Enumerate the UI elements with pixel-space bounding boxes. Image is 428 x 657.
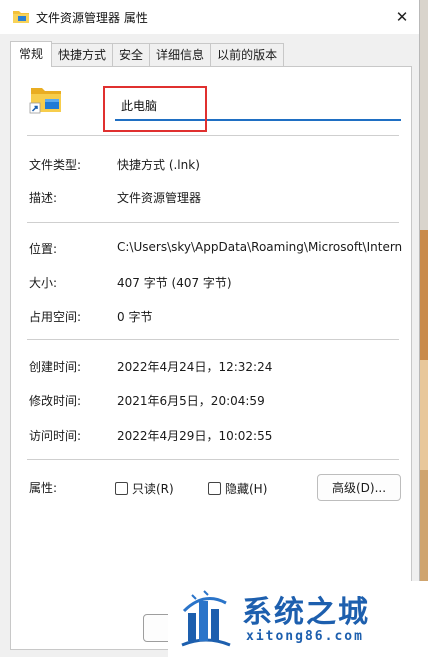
accessed-value: 2022年4月29日，10:02:55 [117,429,273,443]
tab-details[interactable]: 详细信息 [150,43,212,67]
close-icon: ✕ [395,8,409,26]
name-input[interactable] [115,91,401,121]
location-label: 位置: [29,242,58,256]
title-bar[interactable]: 文件资源管理器 属性 ✕ [0,0,419,34]
size-on-disk-label: 占用空间: [29,310,82,324]
watermark: 系统之城 xitong86.com [168,581,428,657]
window-title: 文件资源管理器 属性 [36,11,148,25]
file-type-value: 快捷方式 (.lnk) [117,158,200,172]
general-panel: 文件类型: 快捷方式 (.lnk) 描述: 文件资源管理器 位置: C:\Use… [10,66,412,650]
description-label: 描述: [29,191,58,205]
modified-value: 2021年6月5日，20:04:59 [117,394,265,408]
folder-icon [13,11,29,23]
divider [27,339,399,340]
tab-previous-versions[interactable]: 以前的版本 [211,43,285,67]
attributes-label: 属性: [29,481,58,495]
tab-security[interactable]: 安全 [113,43,151,67]
modified-label: 修改时间: [29,394,82,408]
close-button[interactable]: ✕ [387,0,417,34]
tab-shortcut[interactable]: 快捷方式 [52,43,114,67]
size-value: 407 字节 (407 字节) [117,276,232,290]
hidden-checkbox[interactable]: 隐藏(H) [208,480,267,497]
created-value: 2022年4月24日，12:32:24 [117,360,273,374]
divider [27,135,399,136]
readonly-checkbox[interactable]: 只读(R) [115,480,174,497]
hidden-label: 隐藏(H) [225,482,268,496]
shortcut-folder-icon [29,88,61,114]
created-label: 创建时间: [29,360,82,374]
tab-strip: 常规 快捷方式 安全 详细信息 以前的版本 [10,41,285,67]
desktop-background [420,0,428,657]
divider [27,222,399,223]
properties-dialog: 文件资源管理器 属性 ✕ 常规 快捷方式 安全 详细信息 以前的版本 文件类型:… [0,0,420,657]
city-logo-icon [181,590,231,647]
size-label: 大小: [29,276,58,290]
watermark-url: xitong86.com [246,629,364,644]
location-value: C:\Users\sky\AppData\Roaming\Microsoft\I… [117,240,403,254]
readonly-label: 只读(R) [132,482,174,496]
divider [27,459,399,460]
tab-general[interactable]: 常规 [10,41,53,67]
size-on-disk-value: 0 字节 [117,310,153,324]
checkbox-box[interactable] [208,482,221,495]
file-type-label: 文件类型: [29,158,82,172]
advanced-button[interactable]: 高级(D)... [317,474,401,501]
checkbox-box[interactable] [115,482,128,495]
watermark-title: 系统之城 [242,595,370,630]
description-value: 文件资源管理器 [117,191,202,205]
accessed-label: 访问时间: [29,429,82,443]
